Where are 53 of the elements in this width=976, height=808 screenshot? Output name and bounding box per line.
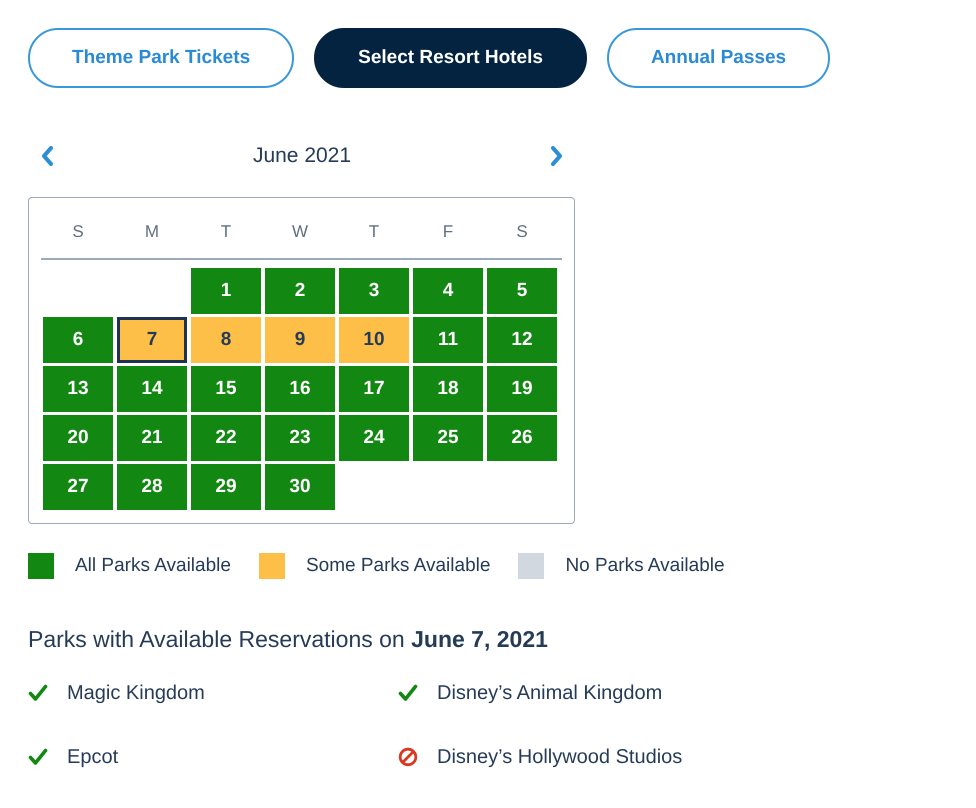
park-name: Disney’s Animal Kingdom (437, 681, 662, 706)
legend-label: Some Parks Available (306, 554, 490, 578)
tab[interactable]: Annual Passes (606, 28, 830, 88)
weekday-label: S (516, 221, 528, 243)
calendar-day[interactable]: 8 (191, 317, 261, 363)
calendar-day[interactable]: 22 (191, 415, 261, 461)
calendar-day[interactable]: 19 (487, 366, 557, 412)
calendar-day[interactable]: 20 (43, 415, 113, 461)
weekday-label: S (72, 221, 84, 243)
calendar-day[interactable]: 18 (413, 366, 483, 412)
chevron-right-icon (550, 145, 564, 167)
calendar-day[interactable]: 2 (265, 268, 335, 314)
calendar-day[interactable]: 12 (487, 317, 557, 363)
calendar-day[interactable]: 4 (413, 268, 483, 314)
calendar-day[interactable]: 29 (191, 464, 261, 510)
calendar-day[interactable]: 9 (265, 317, 335, 363)
calendar-day[interactable]: 13 (43, 366, 113, 412)
weekday-label: W (292, 221, 308, 243)
calendar-day[interactable]: 24 (339, 415, 409, 461)
next-month-button[interactable] (550, 145, 564, 167)
calendar-day[interactable]: 27 (43, 464, 113, 510)
calendar-day[interactable]: 21 (117, 415, 187, 461)
calendar-day[interactable]: 10 (339, 317, 409, 363)
calendar-day[interactable]: 7 (117, 317, 187, 363)
calendar-day[interactable]: 28 (117, 464, 187, 510)
tab[interactable]: Select Resort Hotels (314, 28, 587, 88)
calendar-day[interactable]: 17 (339, 366, 409, 412)
calendar-day[interactable]: 5 (487, 268, 557, 314)
previous-month-button[interactable] (40, 145, 54, 167)
reservations-heading: Parks with Available Reservations on June 7, 2021 (28, 625, 548, 653)
calendar-day[interactable]: 6 (43, 317, 113, 363)
calendar-day[interactable]: 16 (265, 366, 335, 412)
weekday-label: T (220, 221, 232, 243)
weekday-label: F (442, 221, 454, 243)
park-name: Magic Kingdom (67, 681, 205, 706)
weekday-label: T (368, 221, 380, 243)
calendar-day[interactable]: 26 (487, 415, 557, 461)
calendar-day[interactable]: 3 (339, 268, 409, 314)
calendar-day[interactable]: 1 (191, 268, 261, 314)
calendar-day[interactable]: 25 (413, 415, 483, 461)
calendar-day[interactable]: 30 (265, 464, 335, 510)
legend-label: No Parks Available (565, 554, 725, 578)
calendar-day[interactable]: 11 (413, 317, 483, 363)
tab[interactable]: Theme Park Tickets (28, 28, 294, 88)
month-title: June 2021 (252, 143, 352, 169)
park-name: Epcot (67, 745, 118, 770)
calendar-day[interactable]: 23 (265, 415, 335, 461)
park-name: Disney’s Hollywood Studios (437, 745, 682, 770)
calendar-day[interactable]: 14 (117, 366, 187, 412)
weekday-label: M (144, 221, 160, 243)
legend-label: All Parks Available (75, 554, 231, 578)
chevron-left-icon (40, 145, 54, 167)
calendar-day[interactable]: 15 (191, 366, 261, 412)
